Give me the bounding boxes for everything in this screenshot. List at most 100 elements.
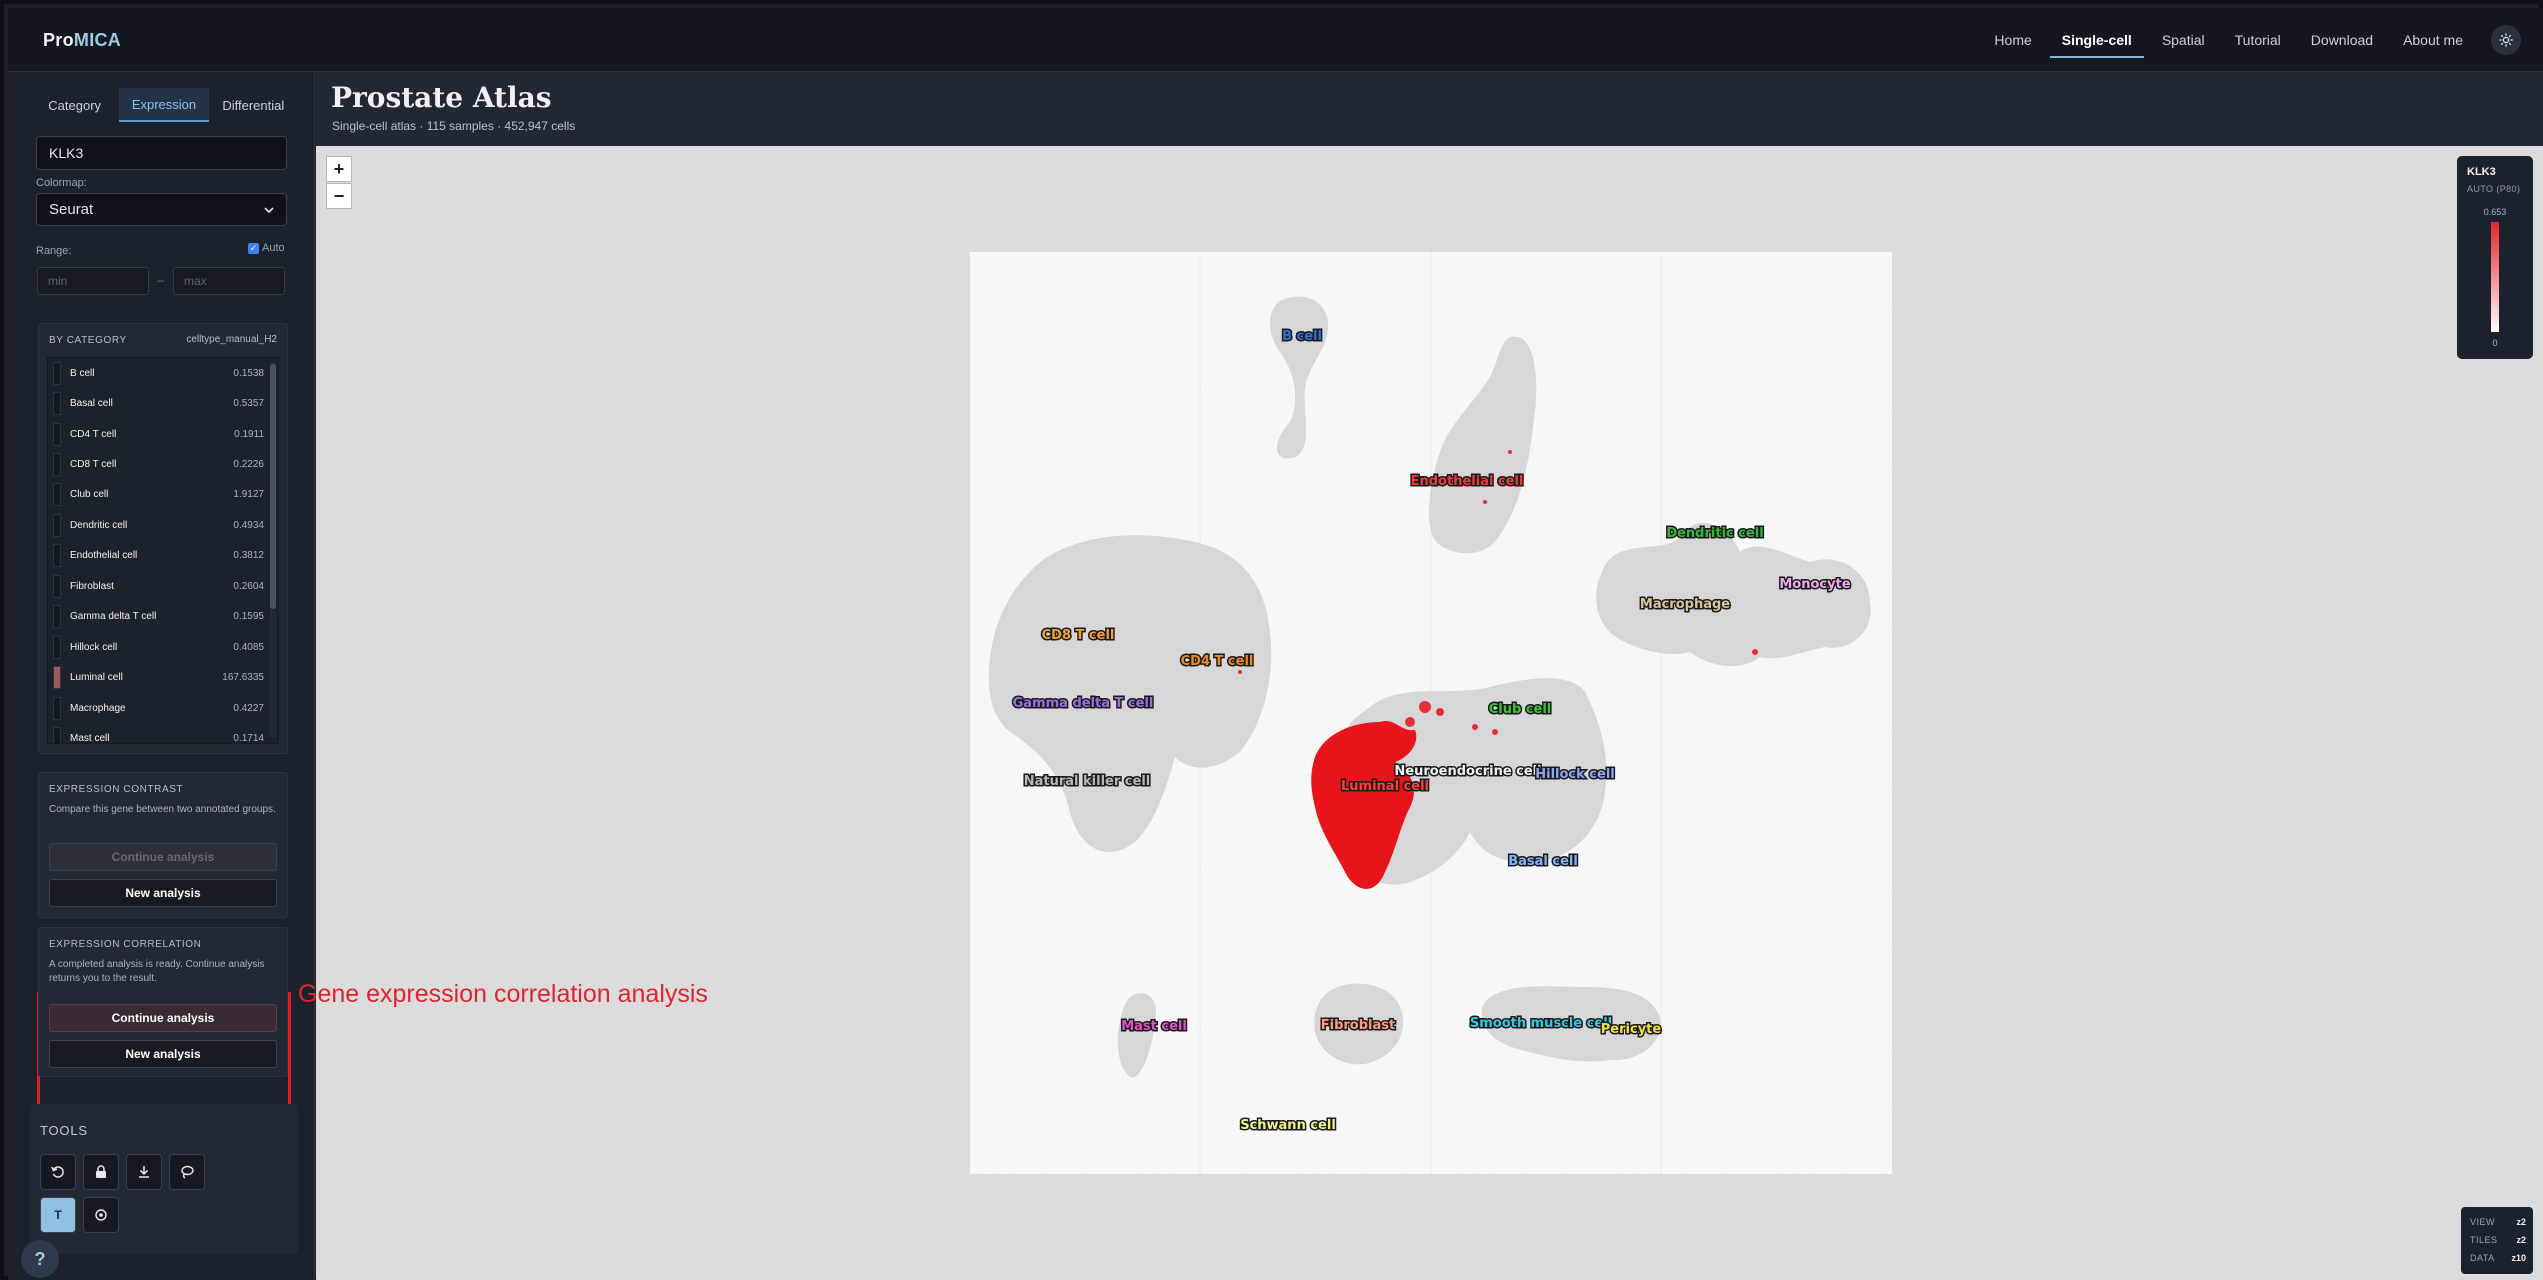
page-subtitle: Single-cell atlas · 115 samples · 452,94… xyxy=(332,119,576,133)
list-item[interactable]: Basal cell 0.5357 xyxy=(48,388,270,418)
category-name: Hillock cell xyxy=(70,641,118,653)
category-value: 0.1595 xyxy=(233,610,264,622)
cluster-label-smooth-muscle-cell: Smooth muscle cell xyxy=(1470,1016,1612,1031)
category-swatch xyxy=(53,361,61,385)
annotation-text: Gene expression correlation analysis xyxy=(298,980,708,1008)
nav-single-cell[interactable]: Single-cell xyxy=(2049,8,2144,72)
umap-plot[interactable]: B cell Endothelial cell Dendritic cell Mono… xyxy=(970,252,1892,1174)
status-key: DATA xyxy=(2470,1253,2495,1263)
cluster-label-pericyte: Pericyte xyxy=(1601,1022,1662,1037)
category-value: 0.2604 xyxy=(233,580,264,592)
category-value: 0.1911 xyxy=(234,428,264,440)
contrast-title: EXPRESSION CONTRAST xyxy=(49,784,184,795)
list-item[interactable]: Luminal cell 167.6335 xyxy=(48,662,270,692)
by-category-field[interactable]: celltype_manual_H2 xyxy=(186,334,277,345)
legend-min: 0 xyxy=(2492,338,2498,348)
list-item[interactable]: CD4 T cell 0.1911 xyxy=(48,419,270,449)
list-item[interactable]: Gamma delta T cell 0.1595 xyxy=(48,601,270,631)
cluster-label-endothelial-cell: Endothelial cell xyxy=(1411,474,1524,489)
text-label-button[interactable]: T xyxy=(40,1197,76,1233)
category-value: 0.3812 xyxy=(233,549,264,561)
category-scrollbar[interactable] xyxy=(270,362,276,738)
lock-button[interactable] xyxy=(83,1154,119,1190)
legend-gene: KLK3 xyxy=(2467,166,2496,178)
help-button[interactable]: ? xyxy=(21,1240,59,1278)
cluster-label-club-cell: Club cell xyxy=(1489,702,1552,717)
category-name: CD8 T cell xyxy=(70,458,117,470)
category-swatch xyxy=(53,513,61,537)
tab-differential[interactable]: Differential xyxy=(209,88,298,122)
cluster-label-neuroendocrine-cell: Neuroendocrine cell xyxy=(1394,764,1541,779)
zoom-out-button[interactable]: − xyxy=(326,183,352,209)
gene-search-input[interactable]: KLK3 xyxy=(36,136,287,170)
list-item[interactable]: CD8 T cell 0.2226 xyxy=(48,449,270,479)
auto-label: Auto xyxy=(262,242,285,254)
zoom-status-panel: VIEW z2 TILES z2 DATA z10 xyxy=(2461,1207,2533,1274)
range-label: Range: xyxy=(36,245,72,257)
legend-mode: AUTO (P80) xyxy=(2467,184,2521,194)
top-navbar: ProMICA Home Single-cell Spatial Tutoria… xyxy=(8,8,2543,72)
category-list[interactable]: B cell 0.1538 Basal cell 0.5357 CD4 T cell… xyxy=(47,357,279,744)
category-swatch xyxy=(53,574,61,598)
contrast-continue-button[interactable]: Continue analysis xyxy=(49,843,277,871)
lasso-button[interactable] xyxy=(169,1154,205,1190)
sun-icon xyxy=(2499,33,2513,47)
nav-home[interactable]: Home xyxy=(1994,8,2031,72)
cluster-texture xyxy=(970,252,1892,1174)
nav-tutorial[interactable]: Tutorial xyxy=(2235,8,2281,72)
category-swatch xyxy=(53,635,61,659)
page-header: Prostate Atlas Single-cell atlas · 115 s… xyxy=(316,72,2543,146)
cluster-label-hillock-cell: Hillock cell xyxy=(1535,767,1615,782)
nav-spatial[interactable]: Spatial xyxy=(2162,8,2205,72)
download-icon xyxy=(139,1166,149,1178)
range-max-input[interactable]: max xyxy=(173,267,285,295)
target-button[interactable] xyxy=(83,1197,119,1233)
list-item[interactable]: Fibroblast 0.2604 xyxy=(48,571,270,601)
colormap-select[interactable]: Seurat xyxy=(36,193,287,226)
contrast-new-button[interactable]: New analysis xyxy=(49,879,277,907)
page-title: Prostate Atlas xyxy=(331,81,552,114)
list-item[interactable]: Macrophage 0.4227 xyxy=(48,693,270,723)
category-name: CD4 T cell xyxy=(70,428,117,440)
category-swatch xyxy=(53,604,61,628)
correlation-continue-button[interactable]: Continue analysis xyxy=(49,1004,277,1032)
nav-about-me[interactable]: About me xyxy=(2403,8,2463,72)
auto-range-checkbox[interactable]: ✓ Auto xyxy=(248,242,285,254)
cluster-label-dendritic-cell: Dendritic cell xyxy=(1666,526,1763,541)
cluster-label-natural-killer-cell: Natural killer cell xyxy=(1024,774,1151,789)
range-min-input[interactable]: min xyxy=(37,267,149,295)
category-swatch xyxy=(53,726,61,743)
category-value: 0.4085 xyxy=(233,641,264,653)
list-item[interactable]: Club cell 1.9127 xyxy=(48,479,270,509)
tab-expression[interactable]: Expression xyxy=(119,88,209,122)
umap-svg[interactable]: B cell Endothelial cell Dendritic cell Mono… xyxy=(970,252,1892,1174)
logo[interactable]: ProMICA xyxy=(43,30,121,51)
list-item[interactable]: Dendritic cell 0.4934 xyxy=(48,510,270,540)
list-item[interactable]: Mast cell 0.1714 xyxy=(48,723,270,743)
status-row: DATA z10 xyxy=(2470,1253,2526,1263)
check-icon: ✓ xyxy=(248,242,259,254)
category-swatch xyxy=(53,696,61,720)
category-name: Dendritic cell xyxy=(70,519,128,531)
status-key: TILES xyxy=(2470,1235,2498,1245)
list-item[interactable]: Hillock cell 0.4085 xyxy=(48,632,270,662)
tab-category[interactable]: Category xyxy=(30,88,119,122)
reset-view-button[interactable] xyxy=(40,1154,76,1190)
category-value: 0.4934 xyxy=(233,519,264,531)
by-category-card: BY CATEGORY celltype_manual_H2 B cell 0.1… xyxy=(38,323,288,754)
nav-download[interactable]: Download xyxy=(2311,8,2373,72)
category-value: 167.6335 xyxy=(222,671,264,683)
list-item[interactable]: B cell 0.1538 xyxy=(48,358,270,388)
zoom-in-button[interactable]: + xyxy=(326,156,352,182)
list-item[interactable]: Endothelial cell 0.3812 xyxy=(48,540,270,570)
cluster-label-basal-cell: Basal cell xyxy=(1508,854,1578,869)
status-row: VIEW z2 xyxy=(2470,1217,2526,1227)
scrollbar-thumb[interactable] xyxy=(270,364,276,609)
status-key: VIEW xyxy=(2470,1217,2496,1227)
category-name: Fibroblast xyxy=(70,580,114,592)
download-button[interactable] xyxy=(126,1154,162,1190)
theme-toggle-button[interactable] xyxy=(2491,25,2521,55)
correlation-new-button[interactable]: New analysis xyxy=(49,1040,277,1068)
category-name: Basal cell xyxy=(70,397,113,409)
colormap-value: Seurat xyxy=(49,201,94,218)
